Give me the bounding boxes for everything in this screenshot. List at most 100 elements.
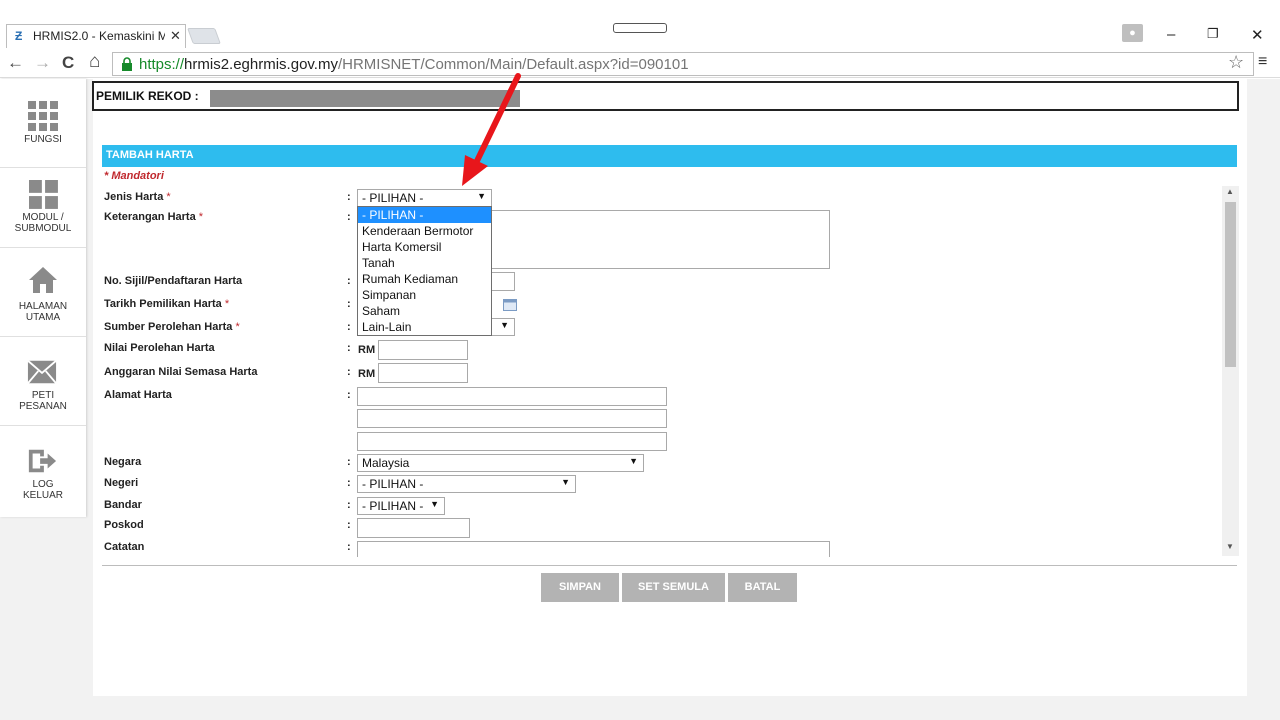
label-alamat-harta: Alamat Harta	[104, 389, 172, 401]
sidebar-item-log-keluar[interactable]: LOG KELUAR	[0, 426, 86, 515]
url-scheme: https://	[139, 56, 185, 73]
save-button[interactable]: SIMPAN	[541, 573, 619, 602]
label-no-sijil: No. Sijil/Pendaftaran Harta	[104, 275, 243, 287]
divider	[102, 565, 1237, 566]
chevron-down-icon: ▼	[430, 499, 439, 509]
colon: :	[347, 456, 351, 468]
scroll-up-icon[interactable]: ▲	[1226, 187, 1234, 196]
colon: :	[347, 342, 351, 354]
sidebar-label-log-keluar: LOG KELUAR	[22, 479, 63, 501]
user-profile-icon[interactable]: ●	[1122, 24, 1143, 42]
sumber-perolehan-select[interactable]: ▼	[490, 318, 515, 336]
no-sijil-input[interactable]	[490, 272, 515, 291]
negeri-select[interactable]: - PILIHAN - ▼	[357, 475, 576, 493]
label-negeri: Negeri	[104, 477, 139, 489]
poskod-input[interactable]	[357, 518, 470, 538]
currency-label: RM	[358, 368, 376, 380]
required-mark: *	[235, 321, 240, 333]
reload-icon[interactable]: C	[62, 53, 74, 73]
dropdown-option[interactable]: Harta Komersil	[358, 239, 491, 255]
logout-icon	[28, 449, 57, 473]
label-text: Tarikh Pemilikan Harta	[104, 298, 222, 310]
modules-icon	[29, 180, 58, 209]
reset-button[interactable]: SET SEMULA	[622, 573, 725, 602]
calendar-icon[interactable]	[490, 295, 518, 314]
site-favicon-icon: Ƶ	[15, 29, 23, 43]
main-content	[93, 79, 1247, 696]
alamat-line-1-input[interactable]	[357, 387, 667, 406]
required-mark: *	[166, 191, 171, 203]
mandatory-note: * Mandatori	[104, 170, 164, 182]
colon: :	[347, 298, 351, 310]
required-mark: *	[224, 298, 230, 310]
scroll-down-icon[interactable]: ▼	[1226, 542, 1234, 551]
required-mark: *	[198, 211, 204, 223]
jenis-harta-select[interactable]: - PILIHAN - ▼	[357, 189, 492, 207]
envelope-icon	[27, 360, 57, 384]
sidebar-label-fungsi: FUNGSI	[24, 134, 62, 145]
scrollbar-thumb[interactable]	[1225, 202, 1236, 367]
restore-icon[interactable]: ❐	[1207, 26, 1219, 42]
label-tarikh-pemilikan: Tarikh Pemilikan Harta *	[104, 298, 229, 310]
minimize-icon[interactable]: –	[1167, 26, 1175, 43]
dropdown-option[interactable]: - PILIHAN -	[358, 207, 491, 223]
currency-label: RM	[358, 344, 376, 356]
label-text: Jenis Harta	[104, 191, 164, 203]
label-jenis-harta: Jenis Harta *	[104, 191, 171, 203]
label-bandar: Bandar	[104, 499, 142, 511]
dropdown-option[interactable]: Kenderaan Bermotor	[358, 223, 491, 239]
label-anggaran-nilai: Anggaran Nilai Semasa Harta	[104, 366, 258, 378]
label-text: Keterangan Harta	[104, 211, 196, 223]
label-keterangan-harta: Keterangan Harta *	[104, 211, 203, 223]
colon: :	[347, 477, 351, 489]
sidebar: FUNGSI MODUL / SUBMODUL HALAMAN UTAMA PETI…	[0, 79, 86, 517]
sidebar-label-modul: MODUL / SUBMODUL	[14, 212, 72, 234]
bookmark-star-icon[interactable]: ☆	[1228, 52, 1244, 73]
catatan-textarea[interactable]	[357, 541, 830, 557]
dropdown-option[interactable]: Simpanan	[358, 287, 491, 303]
select-value: Malaysia	[362, 456, 410, 470]
sidebar-item-peti-pesanan[interactable]: PETI PESANAN	[0, 337, 86, 426]
negara-select[interactable]: Malaysia ▼	[357, 454, 644, 472]
sidebar-label-peti-pesanan: PETI PESANAN	[19, 390, 67, 412]
alamat-line-2-input[interactable]	[357, 409, 667, 428]
record-owner-redacted	[210, 90, 520, 107]
select-value: - PILIHAN -	[362, 499, 424, 513]
bandar-select[interactable]: - PILIHAN - ▼	[357, 497, 445, 515]
browser-menu-icon[interactable]: ≡	[1258, 53, 1267, 71]
sidebar-label-halaman-utama: HALAMAN UTAMA	[18, 301, 68, 323]
dropdown-option[interactable]: Lain-Lain	[358, 319, 491, 335]
dropdown-option[interactable]: Saham	[358, 303, 491, 319]
lock-icon	[122, 57, 132, 71]
new-tab-button[interactable]	[187, 28, 221, 44]
anggaran-nilai-input[interactable]	[378, 363, 468, 383]
sidebar-item-fungsi[interactable]: FUNGSI	[0, 79, 86, 168]
nilai-perolehan-input[interactable]	[378, 340, 468, 360]
colon: :	[347, 211, 351, 223]
url-bar[interactable]: https://hrmis2.eghrmis.gov.my/HRMISNET/C…	[112, 52, 1254, 76]
colon: :	[347, 321, 351, 333]
sidebar-item-halaman-utama[interactable]: HALAMAN UTAMA	[0, 248, 86, 337]
colon: :	[347, 389, 351, 401]
colon: :	[347, 499, 351, 511]
window-close-icon[interactable]: ✕	[1251, 26, 1264, 44]
chevron-down-icon: ▼	[477, 191, 486, 201]
browser-tab[interactable]: Ƶ HRMIS2.0 - Kemaskini Ma ✕	[6, 24, 186, 48]
dropdown-option[interactable]: Tanah	[358, 255, 491, 271]
colon: :	[347, 366, 351, 378]
url-path: /HRMISNET/Common/Main/Default.aspx?id=09…	[337, 56, 689, 73]
alamat-line-3-input[interactable]	[357, 432, 667, 451]
forward-icon[interactable]: →	[34, 53, 51, 73]
form-scrollbar[interactable]: ▲ ▼	[1222, 186, 1239, 556]
sidebar-item-modul[interactable]: MODUL / SUBMODUL	[0, 159, 86, 248]
home-icon[interactable]: ⌂	[89, 51, 100, 73]
tab-close-icon[interactable]: ✕	[170, 28, 181, 44]
section-header: TAMBAH HARTA	[102, 145, 1237, 167]
record-owner-label: PEMILIK REKOD :	[96, 89, 199, 103]
dropdown-option[interactable]: Rumah Kediaman	[358, 271, 491, 287]
label-text: Sumber Perolehan Harta	[104, 321, 233, 333]
cancel-button[interactable]: BATAL	[728, 573, 797, 602]
select-value: - PILIHAN -	[362, 477, 424, 491]
record-owner-box: PEMILIK REKOD :	[92, 81, 1239, 111]
back-icon[interactable]: ←	[7, 53, 24, 73]
